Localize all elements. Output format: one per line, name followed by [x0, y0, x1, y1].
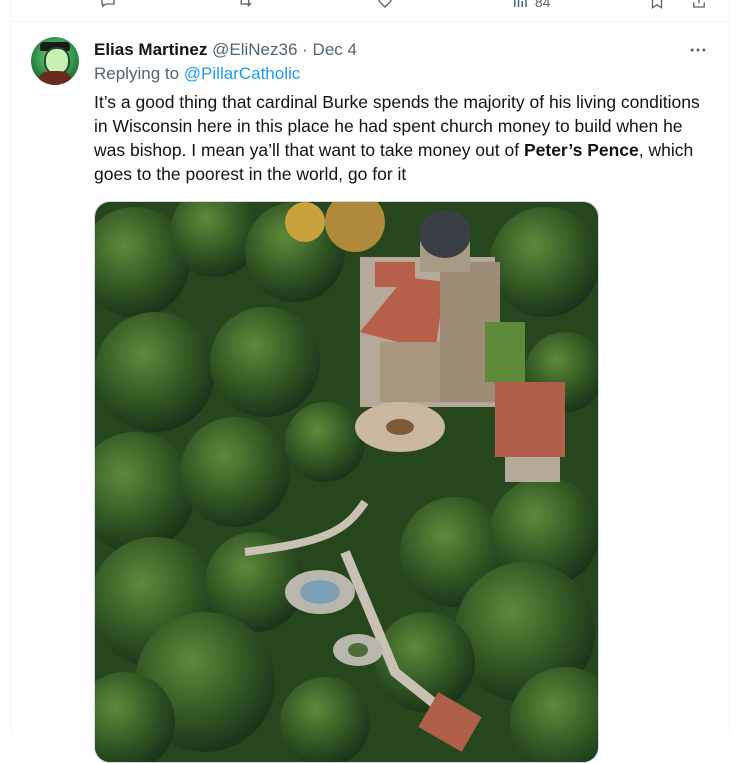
views-button[interactable]: 84	[511, 0, 551, 13]
tweet-text: It’s a good thing that cardinal Burke sp…	[94, 90, 704, 186]
tweet-photo[interactable]	[94, 201, 599, 763]
share-icon	[693, 0, 705, 8]
chart-icon	[514, 0, 527, 7]
avatar[interactable]	[31, 37, 79, 85]
views-count: 84	[534, 0, 551, 10]
separator: ·	[302, 40, 308, 59]
comment-icon	[101, 0, 115, 8]
author-handle[interactable]: @EliNez36	[212, 40, 297, 59]
reply-button[interactable]	[99, 0, 117, 13]
bookmark-button[interactable]	[648, 0, 666, 13]
like-button[interactable]	[376, 0, 394, 13]
photo-aerial-shrine	[95, 202, 598, 762]
tweet-header: Elias Martinez @EliNez36 · Dec 4	[94, 39, 357, 61]
tweet[interactable]: Elias Martinez @EliNez36 · Dec 4 Replyin…	[11, 22, 730, 763]
repost-button[interactable]	[236, 0, 254, 13]
tweet-text-bold: Peter’s Pence	[523, 140, 639, 160]
heart-icon	[378, 0, 392, 8]
avatar-body	[39, 71, 71, 85]
bookmark-icon	[651, 0, 663, 10]
replying-prefix: Replying to	[94, 64, 180, 83]
replying-to: Replying to @PillarCatholic	[94, 64, 300, 84]
repost-icon	[240, 0, 252, 7]
share-button[interactable]	[690, 0, 708, 13]
previous-tweet-action-bar: 84	[11, 0, 730, 22]
replying-mention-link[interactable]: @PillarCatholic	[184, 64, 300, 83]
author-name[interactable]: Elias Martinez	[94, 40, 207, 59]
more-icon	[690, 48, 706, 52]
tweet-date[interactable]: Dec 4	[313, 40, 357, 59]
more-button[interactable]	[688, 40, 708, 65]
